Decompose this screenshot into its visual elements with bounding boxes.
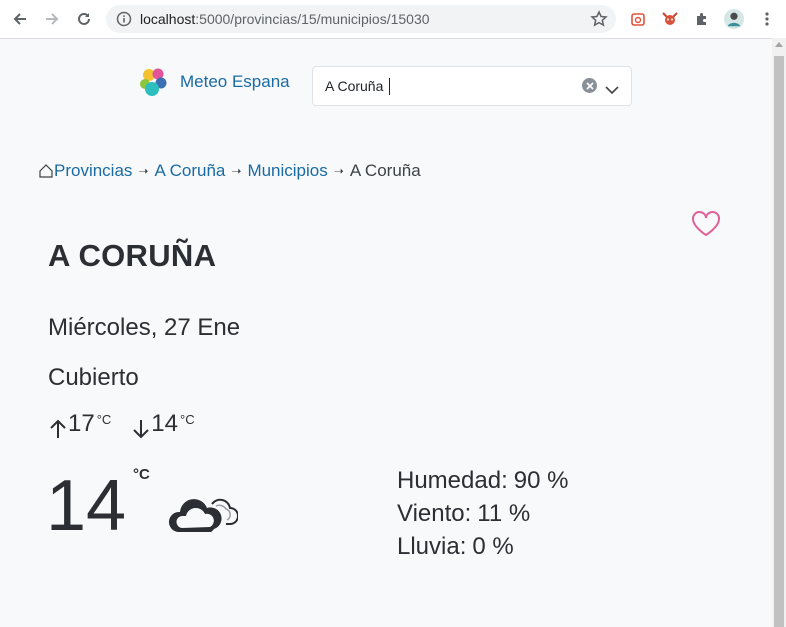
weather-stats: Humedad: 90 % Viento: 11 % Lluvia: 0 % — [397, 464, 568, 563]
temp-range: 17 °C 14 °C — [48, 410, 195, 440]
extension-icon[interactable] — [628, 9, 648, 29]
logo-icon — [140, 68, 167, 96]
extension-icon[interactable] — [660, 9, 680, 29]
cloud-icon — [166, 486, 239, 542]
breadcrumb-arrow-icon: ➝ — [138, 164, 149, 178]
scrollbar-thumb[interactable] — [774, 56, 784, 627]
rain-label: Lluvia: — [397, 533, 467, 560]
current-temperature: 14 — [46, 466, 127, 546]
profile-avatar[interactable] — [724, 9, 744, 29]
weather-description: Cubierto — [48, 364, 139, 391]
temp-min-unit: °C — [180, 412, 195, 427]
scroll-up-icon[interactable] — [775, 42, 783, 47]
breadcrumb-arrow-icon: ➝ — [231, 164, 242, 178]
info-icon[interactable] — [116, 11, 132, 31]
rain-row: Lluvia: 0 % — [397, 530, 568, 563]
humidity-value: 90 % — [513, 467, 569, 494]
chevron-down-icon[interactable] — [605, 80, 619, 99]
arrow-up-icon — [50, 419, 66, 438]
text-cursor — [389, 78, 390, 95]
url-text: localhost:5000/provincias/15/municipios/… — [140, 11, 430, 27]
breadcrumb-provincia[interactable]: A Coruña — [154, 161, 225, 181]
browser-toolbar: localhost:5000/provincias/15/municipios/… — [0, 0, 786, 39]
puzzle-icon[interactable] — [692, 9, 712, 29]
date-text: Miércoles, 27 Ene — [48, 314, 241, 341]
wind-label: Viento: — [397, 500, 472, 527]
reload-icon[interactable] — [74, 9, 94, 29]
humidity-row: Humedad: 90 % — [397, 464, 568, 497]
temp-max: 17 — [68, 410, 95, 437]
back-arrow-icon[interactable] — [10, 9, 30, 29]
clear-icon[interactable] — [582, 78, 597, 93]
wind-row: Viento: 11 % — [397, 497, 568, 530]
municipio-select-value: A Coruña — [325, 78, 384, 94]
temp-max-unit: °C — [96, 412, 112, 427]
breadcrumb-arrow-icon: ➝ — [333, 164, 344, 178]
home-icon[interactable] — [38, 163, 54, 179]
kebab-menu-icon[interactable] — [757, 9, 777, 29]
address-bar[interactable]: localhost:5000/provincias/15/municipios/… — [106, 5, 616, 33]
temp-min: 14 — [151, 410, 178, 437]
forward-arrow-icon[interactable] — [42, 9, 62, 29]
humidity-label: Humedad: — [397, 467, 508, 494]
current-temperature-unit: °C — [133, 466, 150, 483]
star-icon[interactable] — [590, 10, 608, 32]
wind-value: 11 % — [477, 500, 531, 527]
heart-icon[interactable] — [691, 211, 721, 241]
brand-link[interactable]: Meteo Espana — [138, 66, 290, 98]
brand-name: Meteo Espana — [180, 72, 290, 91]
rain-value: 0 % — [472, 533, 514, 560]
breadcrumb-municipios[interactable]: Municipios — [247, 161, 327, 181]
breadcrumb: Provincias ➝ A Coruña ➝ Municipios ➝ A C… — [38, 161, 421, 181]
breadcrumb-current: A Coruña — [349, 161, 421, 180]
arrow-down-icon — [133, 420, 150, 439]
breadcrumb-provincias[interactable]: Provincias — [54, 161, 132, 181]
city-title: A CORUÑA — [48, 238, 217, 273]
